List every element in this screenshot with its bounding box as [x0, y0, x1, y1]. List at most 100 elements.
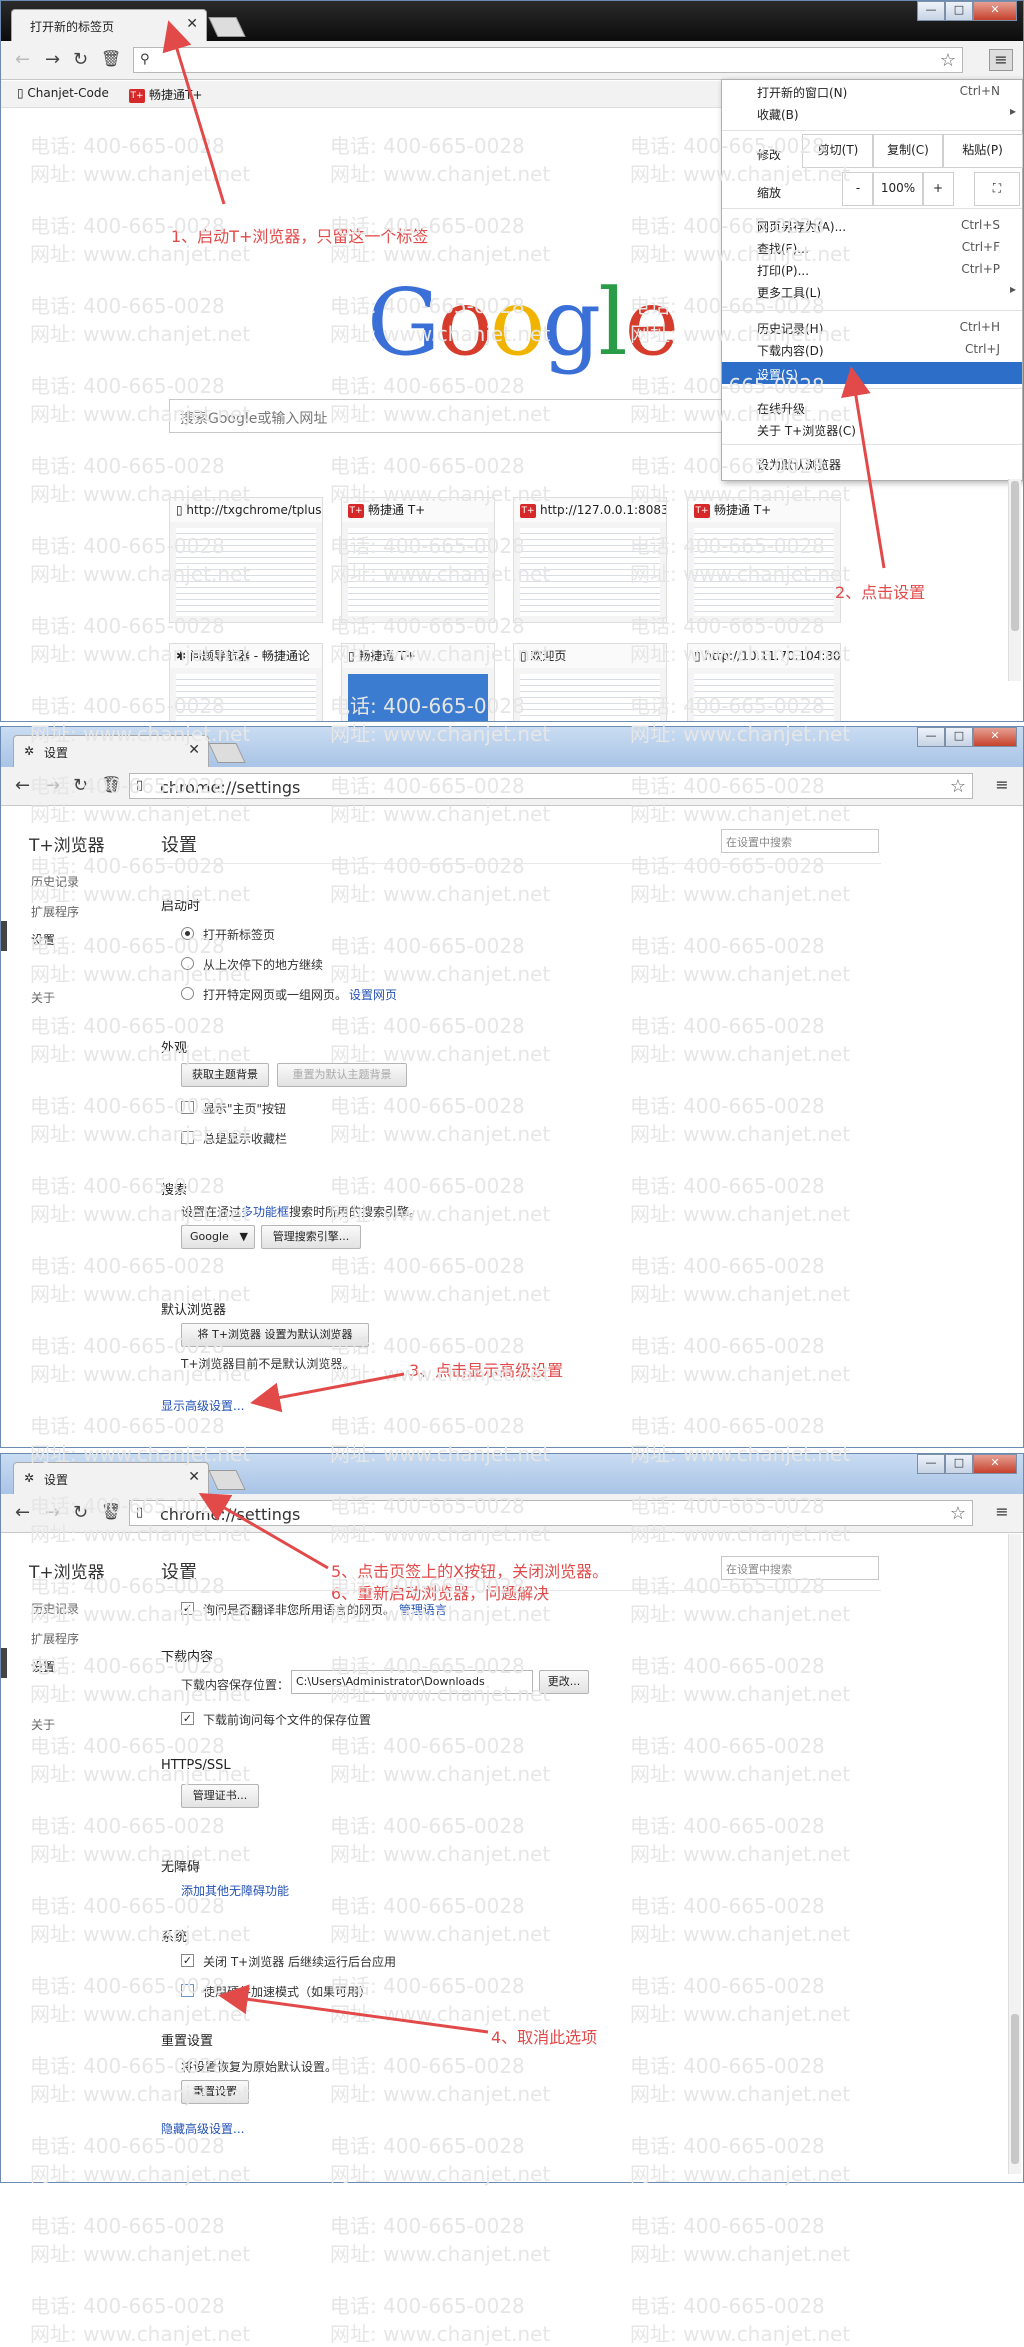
- tab-close-icon[interactable]: ✕: [188, 742, 200, 758]
- back-icon[interactable]: ←: [15, 775, 30, 796]
- menu-item-set-default[interactable]: 设为默认浏览器: [757, 456, 841, 473]
- scrollbar-thumb[interactable]: [1011, 481, 1019, 631]
- maximize-icon[interactable]: □: [945, 1454, 973, 1474]
- address-bar[interactable]: ▯ chrome://settings ☆: [129, 1500, 973, 1526]
- maximize-icon[interactable]: □: [945, 727, 973, 747]
- reset-theme-button[interactable]: 重置为默认主题背景: [277, 1063, 407, 1087]
- most-visited-tile[interactable]: ▯ http://txgchrome/tplus: [169, 497, 323, 623]
- scrollbar[interactable]: [1008, 479, 1021, 681]
- menu-item-find[interactable]: 查找(F)...: [757, 240, 809, 257]
- home-button-checkbox[interactable]: [181, 1101, 194, 1114]
- menu-item-bookmarks[interactable]: 收藏(B): [757, 106, 799, 123]
- zoom-in-button[interactable]: +: [922, 172, 954, 206]
- forward-icon[interactable]: →: [45, 49, 60, 70]
- close-window-icon[interactable]: ✕: [973, 1454, 1017, 1474]
- menu-item-print[interactable]: 打印(P)...: [757, 262, 809, 279]
- close-window-icon[interactable]: ✕: [973, 1, 1017, 21]
- tab-close-icon[interactable]: ✕: [186, 16, 198, 32]
- minimize-icon[interactable]: —: [917, 727, 945, 747]
- tab-newtab[interactable]: 打开新的标签页 ✕: [11, 9, 207, 41]
- zoom-out-button[interactable]: -: [842, 172, 874, 206]
- most-visited-tile[interactable]: ▯ 畅捷通 T+: [341, 643, 495, 721]
- ask-download-checkbox[interactable]: ✓: [181, 1712, 194, 1725]
- tab-settings[interactable]: ✲ 设置 ✕: [13, 735, 209, 767]
- sidebar-item-extensions[interactable]: 扩展程序: [31, 1630, 79, 1647]
- close-window-icon[interactable]: ✕: [973, 727, 1017, 747]
- sidebar-item-settings[interactable]: 设置: [31, 931, 55, 948]
- download-path-field[interactable]: C:\Users\Administrator\Downloads: [291, 1670, 533, 1694]
- manage-certs-button[interactable]: 管理证书...: [181, 1784, 259, 1808]
- minimize-icon[interactable]: —: [917, 1, 945, 21]
- radio-new-tab[interactable]: [181, 927, 194, 940]
- get-themes-button[interactable]: 获取主题背景: [181, 1063, 269, 1087]
- back-icon[interactable]: ←: [15, 1502, 30, 1523]
- menu-item-settings[interactable]: 设置(S): [757, 366, 798, 383]
- most-visited-tile[interactable]: T+ 畅捷通 T+: [341, 497, 495, 623]
- tab-close-icon[interactable]: ✕: [188, 1469, 200, 1485]
- sidebar-item-about[interactable]: 关于: [31, 1716, 55, 1733]
- trash-icon[interactable]: 🗑: [101, 775, 121, 794]
- reload-icon[interactable]: ↻: [73, 775, 88, 796]
- radio-specific-pages[interactable]: [181, 987, 194, 1000]
- manage-engines-button[interactable]: 管理搜索引擎...: [261, 1225, 361, 1249]
- omnibox-link[interactable]: 多功能框: [241, 1205, 289, 1219]
- sidebar-item-history[interactable]: 历史记录: [31, 1600, 79, 1617]
- sidebar-item-history[interactable]: 历史记录: [31, 873, 79, 890]
- menu-item-save-as[interactable]: 网页另存为(A)...: [757, 218, 846, 235]
- most-visited-tile[interactable]: T+ 畅捷通 T+: [687, 497, 841, 623]
- google-search-input[interactable]: 搜索Google或输入网址: [169, 399, 771, 433]
- hardware-acceleration-checkbox[interactable]: [181, 1984, 194, 1997]
- forward-icon[interactable]: →: [45, 1502, 60, 1523]
- change-location-button[interactable]: 更改...: [539, 1670, 589, 1694]
- menu-item-more-tools[interactable]: 更多工具(L): [757, 284, 821, 301]
- maximize-icon[interactable]: □: [945, 1, 973, 21]
- most-visited-tile[interactable]: ▯ 欢迎页: [513, 643, 667, 721]
- paste-button[interactable]: 粘贴(P): [942, 134, 1023, 168]
- forward-icon[interactable]: →: [45, 775, 60, 796]
- copy-button[interactable]: 复制(C): [872, 134, 944, 168]
- menu-item-downloads[interactable]: 下载内容(D): [757, 342, 824, 359]
- star-icon[interactable]: ☆: [950, 776, 966, 797]
- radio-continue[interactable]: [181, 957, 194, 970]
- set-default-button[interactable]: 将 T+浏览器 设置为默认浏览器: [181, 1323, 369, 1347]
- sidebar-item-extensions[interactable]: 扩展程序: [31, 903, 79, 920]
- show-advanced-link[interactable]: 显示高级设置...: [161, 1397, 244, 1414]
- bookmark-item[interactable]: T+ 畅捷通T+: [129, 86, 202, 103]
- minimize-icon[interactable]: —: [917, 1454, 945, 1474]
- trash-icon[interactable]: 🗑: [101, 1502, 121, 1521]
- fullscreen-icon[interactable]: ⛶: [974, 172, 1020, 206]
- menu-icon[interactable]: ≡: [991, 775, 1013, 795]
- search-engine-select[interactable]: Google ▼: [181, 1225, 255, 1249]
- menu-item-about[interactable]: 关于 T+浏览器(C): [757, 422, 856, 439]
- scrollbar-thumb[interactable]: [1011, 2014, 1019, 2164]
- add-accessibility-link[interactable]: 添加其他无障碍功能: [181, 1882, 289, 1899]
- most-visited-tile[interactable]: ✱ 问题导航器 - 畅捷通论: [169, 643, 323, 721]
- background-apps-checkbox[interactable]: ✓: [181, 1954, 194, 1967]
- sidebar-item-about[interactable]: 关于: [31, 989, 55, 1006]
- star-icon[interactable]: ☆: [940, 50, 956, 71]
- most-visited-tile[interactable]: ▯ http://10.11.70.104:80: [687, 643, 841, 721]
- star-icon[interactable]: ☆: [950, 1503, 966, 1524]
- settings-search-input[interactable]: 在设置中搜索: [721, 829, 879, 853]
- settings-search-input[interactable]: 在设置中搜索: [721, 1556, 879, 1580]
- cut-button[interactable]: 剪切(T): [802, 134, 874, 168]
- tab-settings[interactable]: ✲ 设置 ✕: [13, 1462, 209, 1494]
- bookmarks-bar-checkbox[interactable]: [181, 1131, 194, 1144]
- sidebar-item-settings[interactable]: 设置: [31, 1658, 55, 1675]
- menu-icon[interactable]: ≡: [989, 49, 1013, 71]
- address-bar[interactable]: ▯ chrome://settings ☆: [129, 773, 973, 799]
- back-icon[interactable]: ←: [15, 49, 30, 70]
- translate-checkbox[interactable]: ✓: [181, 1602, 194, 1615]
- menu-icon[interactable]: ≡: [991, 1502, 1013, 1522]
- menu-item-history[interactable]: 历史记录(H): [757, 320, 823, 337]
- manage-languages-link[interactable]: 管理语言: [399, 1603, 447, 1617]
- trash-icon[interactable]: 🗑: [101, 49, 121, 68]
- address-bar[interactable]: ⚲ ☆: [133, 47, 963, 73]
- hide-advanced-link[interactable]: 隐藏高级设置...: [161, 2120, 244, 2137]
- reload-icon[interactable]: ↻: [73, 1502, 88, 1523]
- set-pages-link[interactable]: 设置网页: [349, 986, 397, 1003]
- reload-icon[interactable]: ↻: [73, 49, 88, 70]
- bookmark-item[interactable]: ▯ Chanjet-Code: [17, 86, 109, 100]
- reset-settings-button[interactable]: 重置设置: [181, 2080, 249, 2104]
- menu-item-upgrade[interactable]: 在线升级: [757, 400, 805, 417]
